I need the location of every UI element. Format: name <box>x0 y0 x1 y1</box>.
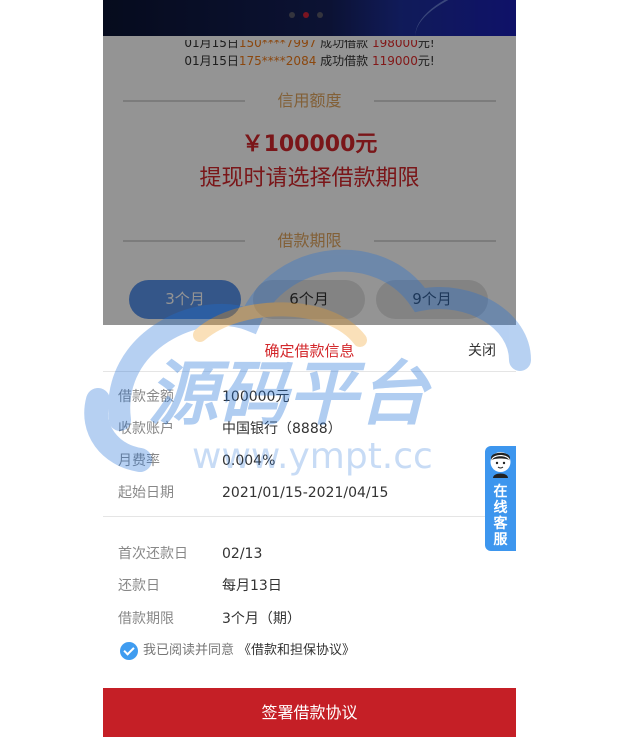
phone-screen: 01月15日150****7997 成功借款 198000元! 01月15日17… <box>103 0 516 737</box>
sheet-header: 确定借款信息 关闭 <box>103 325 516 372</box>
info-value: 中国银行（8888） <box>222 421 342 437</box>
info-value: 每月13日 <box>222 578 282 594</box>
online-service-tab[interactable]: 在 线 客 服 <box>485 446 516 551</box>
agent-avatar-icon <box>490 452 511 478</box>
info-label: 收款账户 <box>118 421 174 437</box>
close-button[interactable]: 关闭 <box>468 340 496 360</box>
info-value: 02/13 <box>222 546 263 562</box>
modal-overlay[interactable] <box>103 0 516 325</box>
agreement-link[interactable]: 《借款和担保协议》 <box>238 643 355 658</box>
info-label: 借款金额 <box>118 389 174 405</box>
info-value: 0.004% <box>222 453 276 469</box>
info-value: 3个月（期） <box>222 611 301 627</box>
cs-char: 服 <box>493 532 508 548</box>
info-label: 起始日期 <box>118 485 174 501</box>
sheet-title: 确定借款信息 <box>264 342 355 360</box>
info-label: 月费率 <box>118 453 160 469</box>
agreement-row: 我已阅读并同意 《借款和担保协议》 <box>120 641 355 661</box>
info-value: 2021/01/15-2021/04/15 <box>222 485 389 501</box>
info-label: 借款期限 <box>118 611 174 627</box>
agree-text: 我已阅读并同意 <box>143 643 235 658</box>
cs-char: 线 <box>493 500 508 516</box>
info-label: 还款日 <box>118 578 160 594</box>
confirm-loan-sheet: 确定借款信息 关闭 借款金额 100000元 收款账户 中国银行（8888） 月… <box>103 325 516 737</box>
sheet-divider <box>103 516 516 517</box>
online-service-label: 在 线 客 服 <box>485 484 516 548</box>
info-value: 100000元 <box>222 389 290 405</box>
cs-char: 在 <box>493 484 508 500</box>
sign-agreement-button[interactable]: 签署借款协议 <box>103 688 516 737</box>
info-label: 首次还款日 <box>118 546 188 562</box>
agree-checkbox-icon[interactable] <box>120 641 138 660</box>
cs-char: 客 <box>493 516 508 532</box>
